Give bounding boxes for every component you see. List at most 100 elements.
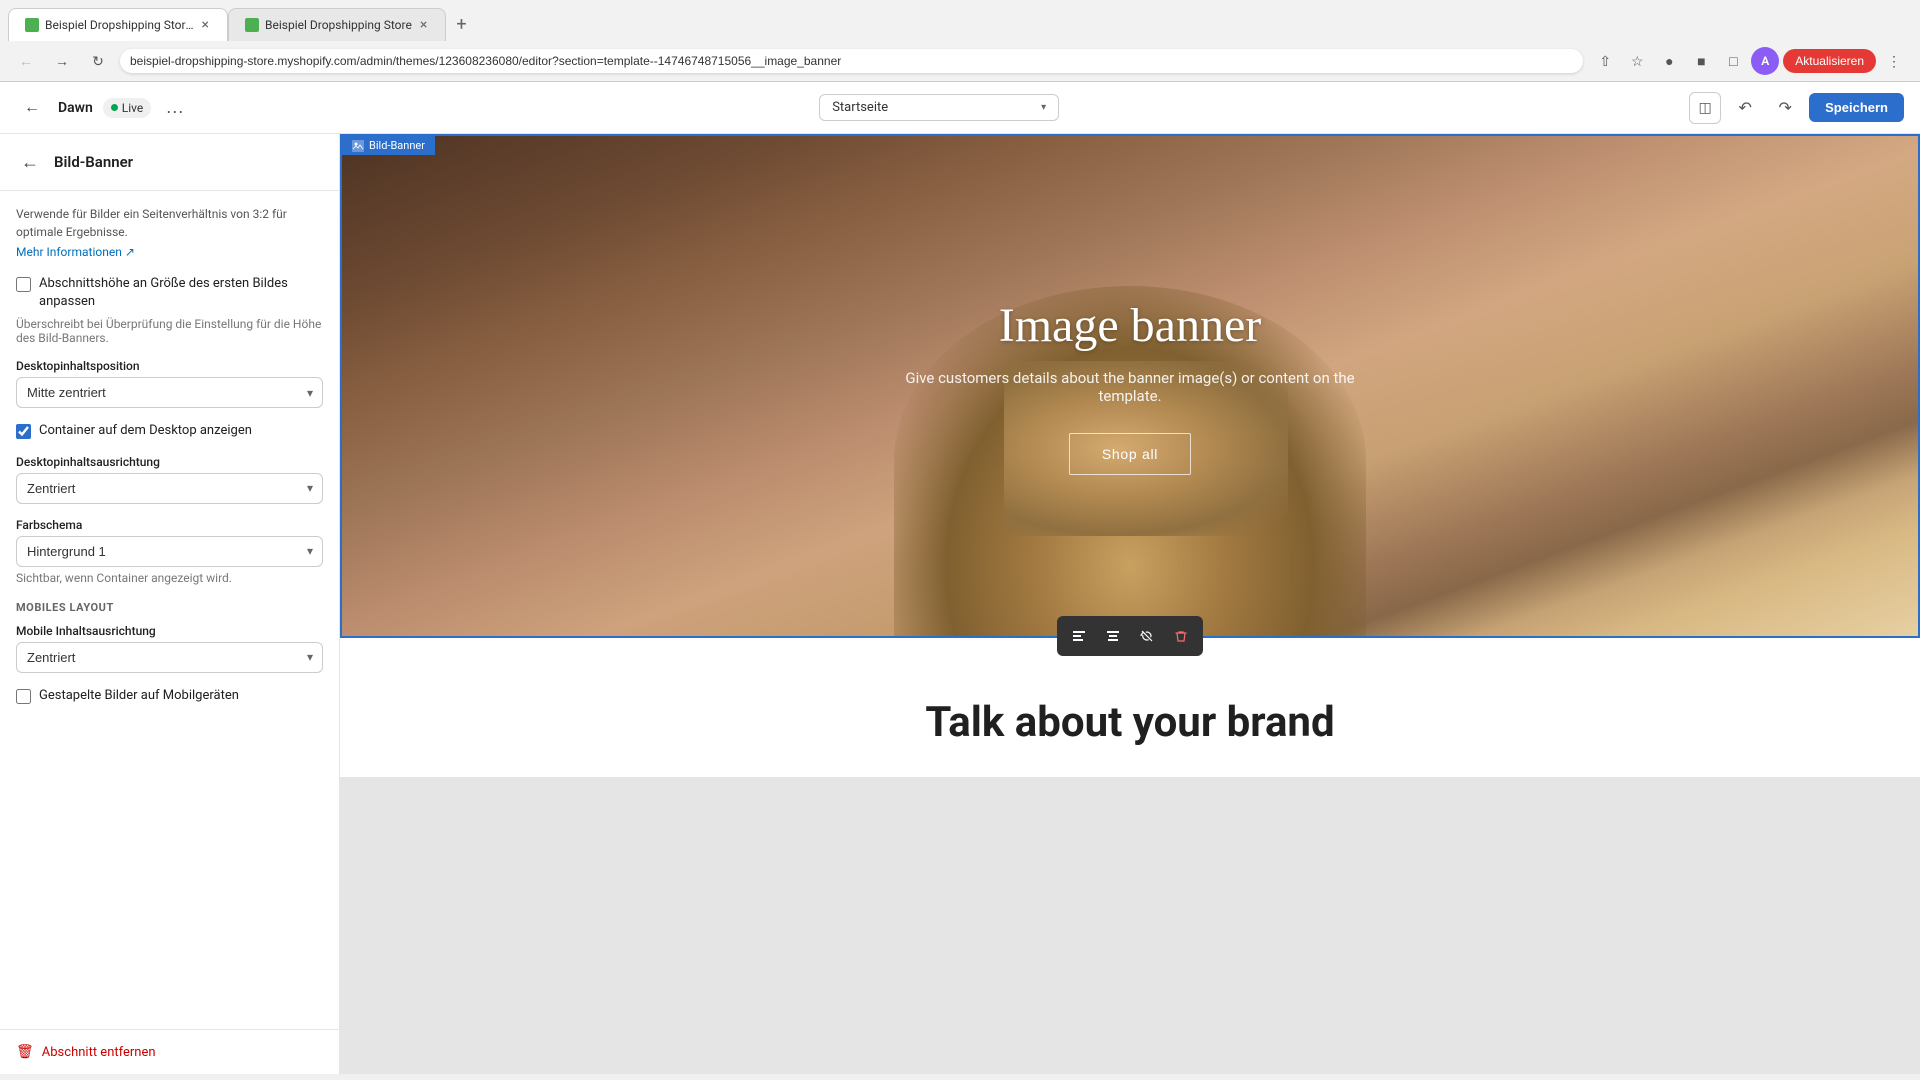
page-selector-label: Startseite [832, 100, 1035, 115]
external-link-icon: ↗ [125, 245, 135, 259]
tab-inactive[interactable]: Beispiel Dropshipping Store × [228, 8, 446, 41]
save-button[interactable]: Speichern [1809, 93, 1904, 122]
sidebar: ← Bild-Banner Verwende für Bilder ein Se… [0, 134, 340, 1074]
preview-area: Bild-Banner Image banner Give customers … [340, 134, 1920, 1074]
desktop-position-group: Desktopinhaltsposition Mitte zentriert L… [16, 359, 323, 408]
topbar-left: ← Dawn Live ... [16, 92, 189, 124]
live-badge: Live [103, 98, 151, 118]
section-height-row: Abschnittshöhe an Größe des ersten Bilde… [16, 275, 323, 311]
brand-title: Talk about your brand [360, 698, 1900, 747]
tab-bar: Beispiel Dropshipping Store ·... × Beisp… [0, 0, 1920, 41]
main: ← Bild-Banner Verwende für Bilder ein Se… [0, 134, 1920, 1074]
delete-toolbar-button[interactable] [1167, 622, 1195, 650]
trash-icon: 🗑 [16, 1044, 34, 1060]
shop-all-button[interactable]: Shop all [1069, 433, 1191, 475]
desktop-align-group: Desktopinhaltsausrichtung Zentriert Link… [16, 455, 323, 504]
tab-active[interactable]: Beispiel Dropshipping Store ·... × [8, 8, 228, 41]
mobile-align-label: Mobile Inhaltsausrichtung [16, 624, 323, 638]
banner-subtitle: Give customers details about the banner … [880, 369, 1380, 405]
share-icon[interactable]: ⇧ [1591, 47, 1619, 75]
tab-label-2: Beispiel Dropshipping Store [265, 18, 412, 32]
reload-button[interactable]: ↻ [84, 47, 112, 75]
bookmark-icon[interactable]: ☆ [1623, 47, 1651, 75]
tab-close-1[interactable]: × [200, 17, 211, 33]
align-center-toolbar-button[interactable] [1099, 622, 1127, 650]
banner-title: Image banner [880, 298, 1380, 353]
preview-inner: Bild-Banner Image banner Give customers … [340, 134, 1920, 777]
more-options-button[interactable]: ... [161, 94, 189, 122]
section-height-checkbox[interactable] [16, 277, 31, 292]
align-left-icon [1072, 629, 1086, 643]
desktop-position-select-wrapper: Mitte zentriert Links oben Rechts oben L… [16, 377, 323, 408]
live-label: Live [122, 101, 143, 115]
tab-label-1: Beispiel Dropshipping Store ·... [45, 18, 194, 32]
desktop-position-select[interactable]: Mitte zentriert Links oben Rechts oben L… [16, 377, 323, 408]
sidebar-title: Bild-Banner [54, 153, 133, 171]
sidebar-description: Verwende für Bilder ein Seitenverhältnis… [16, 205, 323, 241]
home-icon-button[interactable]: ← [16, 92, 48, 124]
new-tab-button[interactable]: + [446, 8, 476, 41]
browser-chrome: Beispiel Dropshipping Store ·... × Beisp… [0, 0, 1920, 82]
stacked-mobile-checkbox[interactable] [16, 689, 31, 704]
topbar-right: ◫ ↶ ↷ Speichern [1689, 92, 1904, 124]
desktop-position-label: Desktopinhaltsposition [16, 359, 323, 373]
visibility-toolbar-button[interactable] [1133, 622, 1161, 650]
mobile-align-group: Mobile Inhaltsausrichtung Zentriert Link… [16, 624, 323, 673]
color-scheme-select-wrapper: Hintergrund 1 Hintergrund 2 Farbe 1 Farb… [16, 536, 323, 567]
delete-section-footer[interactable]: 🗑 Abschnitt entfernen [0, 1029, 339, 1074]
user-avatar[interactable]: A [1751, 47, 1779, 75]
update-button[interactable]: Aktualisieren [1783, 49, 1876, 73]
banner-tag: Bild-Banner [342, 136, 435, 155]
floating-toolbar [1057, 616, 1203, 656]
color-scheme-group: Farbschema Hintergrund 1 Hintergrund 2 F… [16, 518, 323, 585]
delete-section-label: Abschnitt entfernen [42, 1045, 156, 1060]
desktop-align-select[interactable]: Zentriert Links Rechts [16, 473, 323, 504]
browser-actions: ⇧ ☆ ● ■ □ A Aktualisieren ⋮ [1591, 47, 1908, 75]
align-left-toolbar-button[interactable] [1065, 622, 1093, 650]
banner-tag-label: Bild-Banner [369, 139, 425, 152]
back-nav-button[interactable]: ← [12, 47, 40, 75]
screenshot-icon[interactable]: □ [1719, 47, 1747, 75]
chevron-down-icon: ▾ [1041, 102, 1046, 113]
theme-name: Dawn [58, 100, 93, 116]
banner-section[interactable]: Bild-Banner Image banner Give customers … [340, 134, 1920, 638]
page-selector[interactable]: Startseite ▾ [819, 94, 1059, 121]
section-height-label: Abschnittshöhe an Größe des ersten Bilde… [39, 275, 323, 311]
container-desktop-checkbox[interactable] [16, 424, 31, 439]
extensions-icon[interactable]: ■ [1687, 47, 1715, 75]
trash-toolbar-icon [1174, 629, 1188, 643]
redo-button[interactable]: ↷ [1769, 92, 1801, 124]
eye-off-icon [1140, 629, 1154, 643]
forward-nav-button[interactable]: → [48, 47, 76, 75]
menu-icon[interactable]: ⋮ [1880, 47, 1908, 75]
banner-content: Image banner Give customers details abou… [860, 278, 1400, 495]
container-desktop-label: Container auf dem Desktop anzeigen [39, 422, 252, 440]
tab-favicon-2 [245, 18, 259, 32]
desktop-view-button[interactable]: ◫ [1689, 92, 1721, 124]
brand-section: Talk about your brand [340, 638, 1920, 777]
mobile-align-select-wrapper: Zentriert Links Rechts [16, 642, 323, 673]
undo-button[interactable]: ↶ [1729, 92, 1761, 124]
desktop-align-select-wrapper: Zentriert Links Rechts [16, 473, 323, 504]
color-scheme-select[interactable]: Hintergrund 1 Hintergrund 2 Farbe 1 Farb… [16, 536, 323, 567]
back-button[interactable]: ← [16, 148, 44, 176]
desktop-align-label: Desktopinhaltsausrichtung [16, 455, 323, 469]
align-center-icon [1106, 629, 1120, 643]
container-desktop-row: Container auf dem Desktop anzeigen [16, 422, 323, 440]
app: ← Dawn Live ... Startseite ▾ ◫ ↶ ↷ Speic… [0, 82, 1920, 1074]
tab-close-2[interactable]: × [418, 17, 429, 33]
stacked-mobile-row: Gestapelte Bilder auf Mobilgeräten [16, 687, 323, 705]
sidebar-content: Verwende für Bilder ein Seitenverhältnis… [0, 191, 339, 1029]
topbar: ← Dawn Live ... Startseite ▾ ◫ ↶ ↷ Speic… [0, 82, 1920, 134]
stacked-mobile-label: Gestapelte Bilder auf Mobilgeräten [39, 687, 239, 705]
mehr-informationen-link[interactable]: Mehr Informationen ↗ [16, 245, 323, 259]
mobile-align-select[interactable]: Zentriert Links Rechts [16, 642, 323, 673]
tab-favicon-1 [25, 18, 39, 32]
topbar-center: Startseite ▾ [201, 94, 1677, 121]
image-icon [352, 140, 364, 152]
address-input[interactable] [120, 49, 1583, 73]
opera-icon[interactable]: ● [1655, 47, 1683, 75]
color-hint: Sichtbar, wenn Container angezeigt wird. [16, 571, 323, 585]
address-bar: ← → ↻ ⇧ ☆ ● ■ □ A Aktualisieren ⋮ [0, 41, 1920, 81]
section-height-hint: Überschreibt bei Überprüfung die Einstel… [16, 317, 323, 345]
